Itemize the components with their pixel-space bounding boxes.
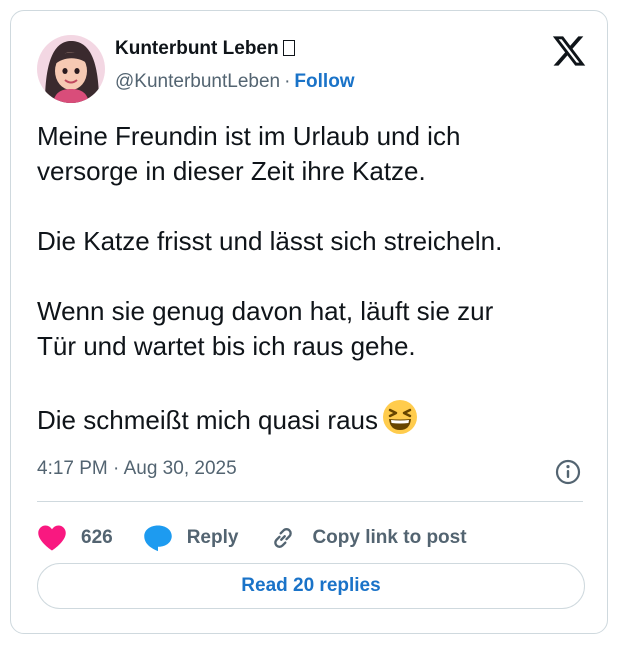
author-display-name[interactable]: Kunterbunt Leben [115,38,279,59]
post-line: Wenn sie genug davon hat, läuft sie zur [37,296,494,326]
heart-icon [38,525,66,551]
divider [37,501,583,502]
author-handle[interactable]: @KunterbuntLeben [115,71,280,92]
like-button[interactable]: 626 [37,524,113,552]
post-line: versorge in dieser Zeit ihre Katze. [37,156,426,186]
post-line: Die schmeißt mich quasi raus [37,405,378,435]
unknown-glyph-icon [282,40,295,56]
link-icon [274,528,293,548]
post-line: Meine Freundin ist im Urlaub und ich [37,121,461,151]
read-replies-label: Read 20 replies [241,575,381,596]
follow-link[interactable]: Follow [294,71,354,92]
avatar-illustration [37,35,105,103]
post-timestamp[interactable]: 4:17 PM · Aug 30, 2025 [37,458,237,480]
author-name-row: Kunterbunt Leben [115,38,295,60]
like-count: 626 [81,527,113,548]
post-card: Kunterbunt Leben @KunterbuntLeben · Follow… [10,10,608,634]
post-line: Tür und wartet bis ich raus gehe. [37,331,416,361]
reply-button[interactable]: Reply [143,524,239,552]
reply-label: Reply [186,527,239,548]
avatar[interactable] [37,35,105,103]
copy-link-label: Copy link to post [312,527,467,548]
speech-bubble-icon [143,525,172,552]
post-line: Die Katze frisst und lässt sich streiche… [37,226,503,256]
author-handle-row: @KunterbuntLeben · Follow [115,71,355,93]
action-bar: 626 Reply Copy link to post [37,519,497,557]
copy-link-button[interactable]: Copy link to post [268,524,467,552]
info-icon[interactable] [555,459,581,485]
post-text: Meine Freundin ist im Urlaub und ich ver… [37,119,597,438]
x-logo-icon[interactable] [551,33,587,69]
grinning-squinting-face-icon [383,400,417,434]
post-line-last: Die schmeißt mich quasi raus [37,399,597,438]
read-replies-button[interactable]: Read 20 replies [37,563,585,609]
separator-dot: · [284,71,291,92]
